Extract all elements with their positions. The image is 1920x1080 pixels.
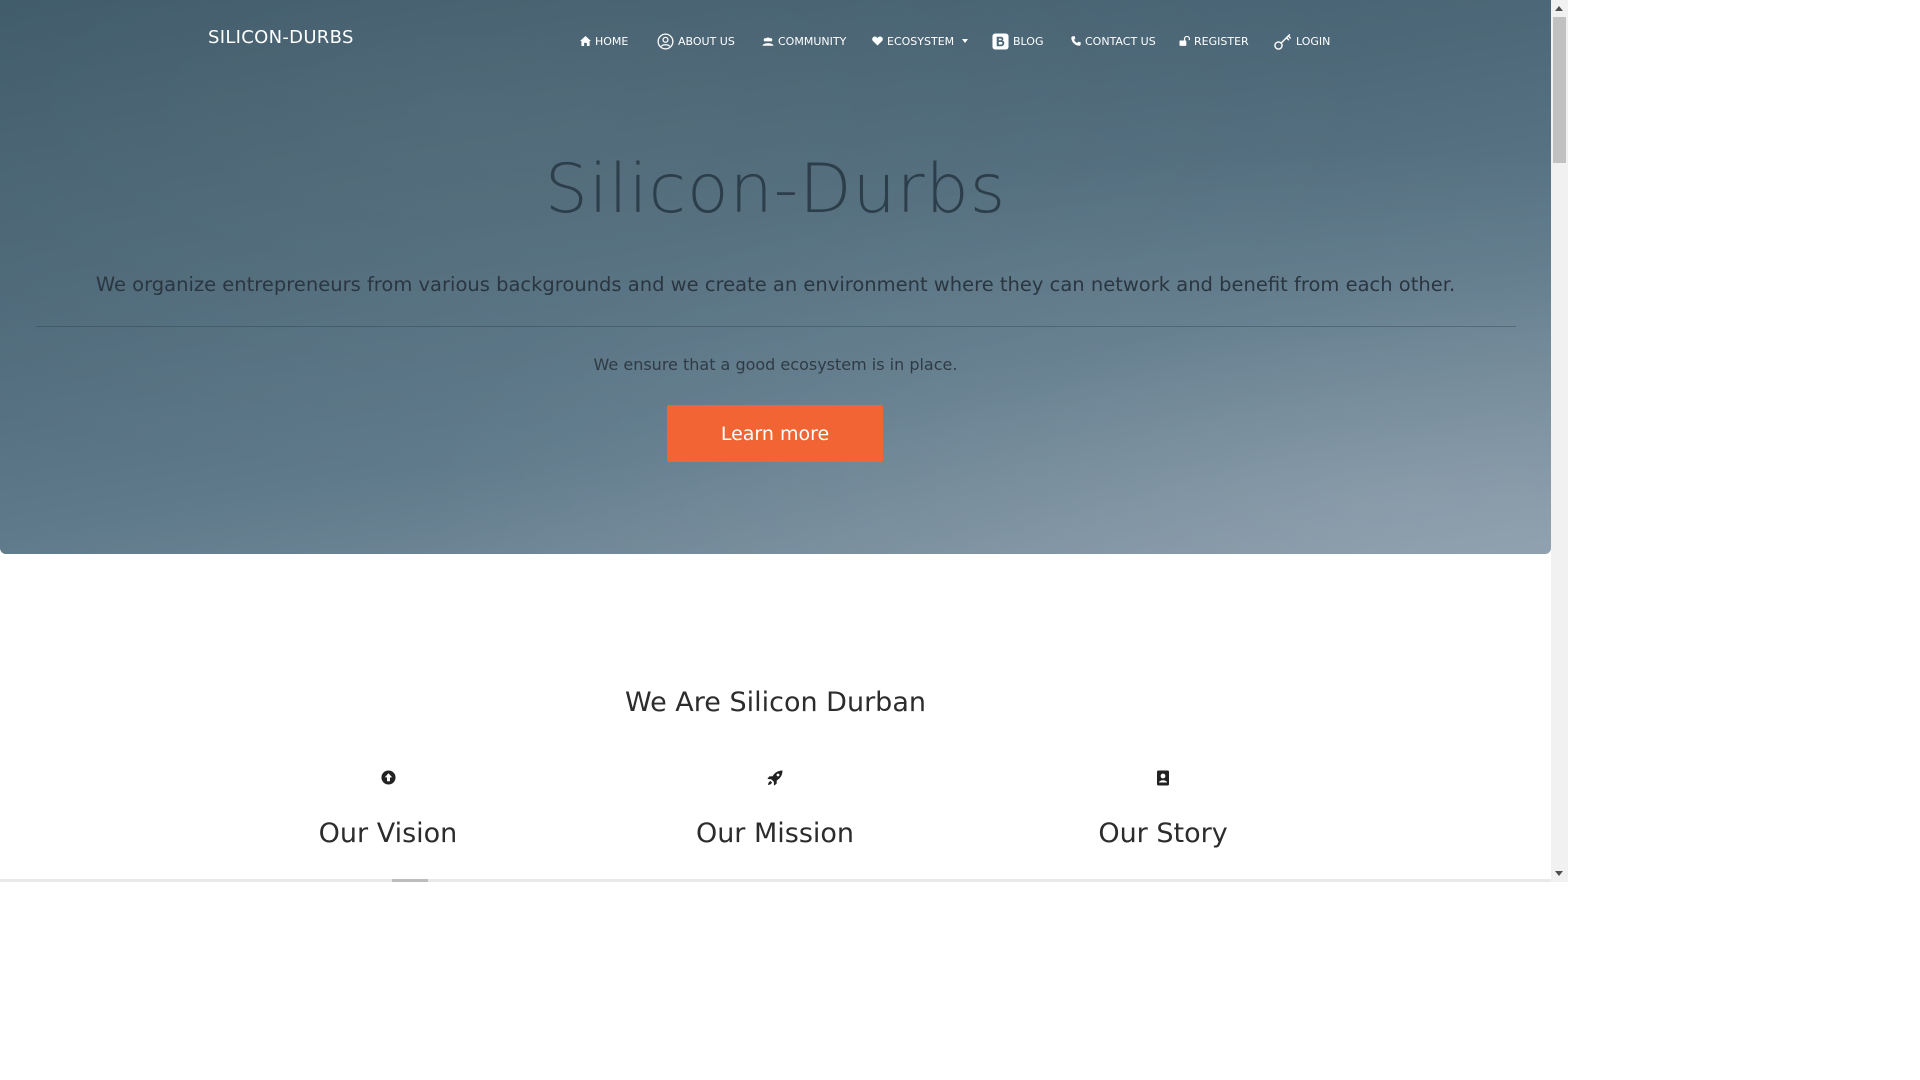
brand-logo[interactable]: SILICON-DURBS xyxy=(208,27,354,48)
feature-mission-title: Our Mission xyxy=(695,818,855,849)
user-circle-icon xyxy=(657,32,674,50)
horizontal-scroll-thumb[interactable] xyxy=(392,879,428,882)
users-icon xyxy=(762,36,774,46)
hero-divider xyxy=(36,326,1516,327)
vertical-scroll-thumb[interactable] xyxy=(1553,17,1566,163)
nav-contact-us[interactable]: CONTACT US xyxy=(1071,32,1156,50)
key-icon xyxy=(1274,33,1292,50)
nav-home[interactable]: HOME xyxy=(580,32,628,50)
blogger-icon xyxy=(992,32,1009,50)
nav-contact-label: CONTACT US xyxy=(1085,34,1156,48)
feature-story-title: Our Story xyxy=(1098,818,1228,849)
feature-vision: Our Vision xyxy=(238,770,538,849)
home-icon xyxy=(580,36,591,46)
nav-ecosystem-label: ECOSYSTEM xyxy=(887,34,955,48)
nav-about-label: ABOUT US xyxy=(678,34,735,48)
nav-community-label: COMMUNITY xyxy=(778,34,847,48)
scroll-up-arrow-icon[interactable] xyxy=(1555,6,1563,11)
nav-ecosystem[interactable]: ECOSYSTEM xyxy=(872,32,969,50)
nav-register-label: REGISTER xyxy=(1194,34,1249,48)
nav-login-label: LOGIN xyxy=(1296,34,1331,48)
hero-title: Silicon-Durbs xyxy=(544,150,1007,229)
horizontal-scrollbar[interactable] xyxy=(0,879,1551,882)
feature-story: Our Story xyxy=(1013,770,1313,849)
learn-more-button[interactable]: Learn more xyxy=(667,405,883,462)
feature-vision-title: Our Vision xyxy=(318,818,458,849)
nav-blog[interactable]: BLOG xyxy=(992,32,1043,50)
unlock-icon xyxy=(1179,36,1190,46)
phone-icon xyxy=(1071,36,1081,46)
nav-about-us[interactable]: ABOUT US xyxy=(657,32,735,50)
hero-section: SILICON-DURBS HOME ABOUT US COMMUNITY EC… xyxy=(0,0,1551,554)
page: SILICON-DURBS HOME ABOUT US COMMUNITY EC… xyxy=(0,0,1551,882)
hero-sub-text: We ensure that a good ecosystem is in pl… xyxy=(593,355,958,374)
nav-community[interactable]: COMMUNITY xyxy=(762,32,846,50)
chevron-down-icon xyxy=(962,39,969,43)
vertical-scrollbar[interactable] xyxy=(1551,0,1568,882)
nav-register[interactable]: REGISTER xyxy=(1179,32,1249,50)
section-title: We Are Silicon Durban xyxy=(625,687,926,718)
nav-blog-label: BLOG xyxy=(1013,34,1044,48)
feature-mission: Our Mission xyxy=(625,770,925,849)
rocket-icon xyxy=(625,770,925,790)
address-book-icon xyxy=(1013,770,1313,790)
nav-home-label: HOME xyxy=(595,34,629,48)
heart-icon xyxy=(872,36,883,46)
arrow-circle-up-icon xyxy=(238,770,538,790)
scroll-down-arrow-icon[interactable] xyxy=(1555,871,1563,876)
nav-login[interactable]: LOGIN xyxy=(1274,32,1330,50)
hero-lead-text: We organize entrepreneurs from various b… xyxy=(95,273,1456,296)
